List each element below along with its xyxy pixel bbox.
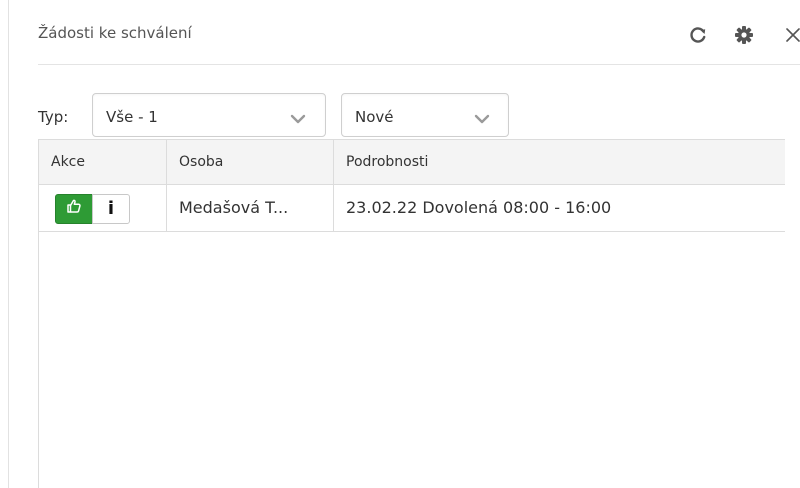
type-select-value: Vše - 1 bbox=[106, 108, 158, 126]
close-icon bbox=[783, 25, 800, 45]
type-select[interactable]: Vše - 1 bbox=[92, 93, 326, 137]
widget-title: Žádosti ke schválení bbox=[38, 24, 192, 42]
gear-icon bbox=[734, 25, 754, 45]
actions-cell: i bbox=[39, 185, 167, 231]
refresh-icon bbox=[688, 25, 708, 45]
person-cell: Medašová T... bbox=[167, 185, 334, 231]
thumbs-up-icon bbox=[66, 186, 82, 231]
refresh-button[interactable] bbox=[687, 24, 709, 46]
column-header-details[interactable]: Podrobnosti bbox=[334, 140, 785, 184]
info-icon: i bbox=[107, 198, 115, 219]
approval-requests-widget: Žádosti ke schválení Typ: Vše - 1 Nové A… bbox=[0, 0, 800, 488]
info-button[interactable]: i bbox=[92, 194, 130, 224]
table-row[interactable]: i Medašová T... 23.02.22 Dovolená 08:00 … bbox=[39, 185, 785, 232]
status-select[interactable]: Nové bbox=[341, 93, 509, 137]
close-button[interactable] bbox=[783, 24, 800, 46]
table-header: Akce Osoba Podrobnosti bbox=[39, 139, 785, 185]
header-divider bbox=[38, 64, 800, 65]
approve-button[interactable] bbox=[55, 194, 93, 224]
status-select-value: Nové bbox=[355, 108, 394, 126]
chevron-down-icon bbox=[473, 110, 491, 129]
type-filter-label: Typ: bbox=[38, 108, 69, 126]
details-cell: 23.02.22 Dovolená 08:00 - 16:00 bbox=[346, 198, 612, 217]
settings-button[interactable] bbox=[733, 24, 755, 46]
requests-table: Akce Osoba Podrobnosti i Medašová T... 2… bbox=[38, 139, 785, 488]
column-header-actions[interactable]: Akce bbox=[39, 140, 167, 184]
column-header-person[interactable]: Osoba bbox=[167, 140, 334, 184]
chevron-down-icon bbox=[289, 110, 307, 129]
